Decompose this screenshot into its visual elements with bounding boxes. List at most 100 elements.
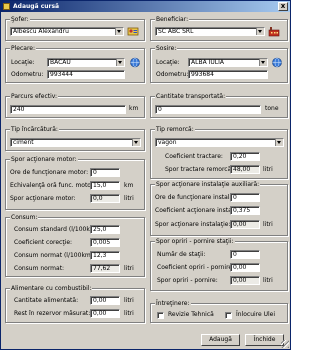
revizie-label[interactable]: Revizie Tehnică bbox=[168, 311, 214, 319]
tip-remorca-select[interactable]: vagon bbox=[155, 138, 284, 147]
beneficiar-label: Beneficiar: bbox=[155, 16, 190, 23]
cantitate-group: Cantitate transportată: 0 tone bbox=[150, 93, 288, 118]
parcurs-unit: km bbox=[129, 105, 139, 112]
sosire-locatie-value: ALBA IULIA bbox=[191, 59, 224, 66]
coef-tractare-label: Coeficient tractare: bbox=[165, 153, 223, 160]
ulei-label[interactable]: Înlocuire Ulei bbox=[236, 311, 275, 319]
spor-instalatie-label: Spor acţionare instalaţie auxiliară: bbox=[155, 181, 261, 188]
sosire-locatie-select[interactable]: ALBA IULIA bbox=[188, 58, 268, 67]
consum-group: Consum: Consum standard (l/100km): 25,0 … bbox=[5, 214, 145, 277]
sosire-odometru-input[interactable]: 993684 bbox=[188, 70, 268, 79]
adauga-button[interactable]: Adaugă bbox=[201, 334, 240, 346]
alimentare-label: Alimentare cu combustibil: bbox=[10, 285, 93, 292]
dialog-window: Adaugă cursă x Şofer: Albescu Alexandru … bbox=[0, 0, 291, 350]
cant-alimentata-unit: litri bbox=[124, 297, 134, 304]
consum-normat100-label: Consum normat (l/100km): bbox=[14, 252, 96, 259]
plecare-odometru-label: Odometru: bbox=[11, 71, 44, 78]
chevron-down-icon[interactable] bbox=[132, 139, 140, 146]
inchide-button[interactable]: Închide bbox=[245, 334, 284, 346]
cantitate-label: Cantitate transportată: bbox=[155, 93, 227, 100]
spor-motor-unit: litri bbox=[124, 195, 134, 202]
echivalenta-unit: km bbox=[124, 182, 134, 189]
spor-tractare-value: 48,00 bbox=[230, 165, 260, 174]
alimentare-group: Alimentare cu combustibil: Cantitate ali… bbox=[5, 285, 145, 323]
globe-icon[interactable] bbox=[271, 57, 283, 68]
plecare-locatie-select[interactable]: BACAU bbox=[47, 58, 125, 67]
parcurs-label: Parcurs efectiv: bbox=[10, 93, 59, 100]
tip-incarcatura-select[interactable]: ciment bbox=[10, 138, 141, 147]
tip-remorca-group: Tip remorcă: vagon Coeficient tractare: … bbox=[150, 126, 288, 179]
spor-instalatie-result-label: Spor acţionare instalaţie: bbox=[155, 221, 231, 228]
plecare-odometru-input[interactable]: 993444 bbox=[47, 70, 125, 79]
beneficiar-group: Beneficiar: SC ABC SRL bbox=[150, 16, 288, 41]
coef-opriri-label: Coeficient opriri - pornire: bbox=[157, 264, 235, 271]
spor-instalatie-unit: litri bbox=[263, 221, 273, 228]
close-button[interactable]: x bbox=[278, 2, 288, 11]
spor-instalatie-value: 0,00 bbox=[230, 220, 260, 229]
consum-normat100-input[interactable]: 12,3 bbox=[90, 251, 120, 260]
coef-corectie-input[interactable]: 0,005 bbox=[90, 238, 120, 247]
spor-instalatie-group: Spor acţionare instalaţie auxiliară: Ore… bbox=[150, 181, 288, 236]
coef-opriri-input[interactable]: 0,00 bbox=[230, 263, 260, 272]
chevron-down-icon[interactable] bbox=[116, 59, 124, 66]
spor-opriri-result-label: Spor opriri - pornire: bbox=[157, 277, 218, 284]
rest-rezervor-label: Rest în rezervor măsurat: bbox=[14, 310, 91, 317]
cantitate-input[interactable]: 0 bbox=[155, 105, 261, 114]
intretinere-label: Întreţinere: bbox=[155, 300, 191, 307]
intretinere-group: Întreţinere: Revizie Tehnică Înlocuire U… bbox=[150, 300, 288, 323]
sofer-group: Şofer: Albescu Alexandru bbox=[5, 16, 145, 41]
rest-rezervor-input[interactable]: 0,00 bbox=[90, 309, 120, 318]
spor-opriri-value: 0,00 bbox=[230, 276, 260, 285]
plecare-locatie-label: Locaţie: bbox=[11, 59, 35, 66]
consum-normat-value: 77,62 bbox=[90, 264, 120, 273]
consum-standard-input[interactable]: 25,0 bbox=[90, 225, 120, 234]
revizie-checkbox[interactable] bbox=[157, 312, 164, 319]
plecare-group: Plecare: Locaţie: BACAU Odometru: 993444 bbox=[5, 45, 145, 83]
chevron-down-icon[interactable] bbox=[259, 59, 267, 66]
spor-motor-label: Spor acţionare motor: bbox=[10, 156, 78, 163]
beneficiar-value: SC ABC SRL bbox=[158, 28, 194, 35]
ore-motor-label: Ore de funcţionare motor: bbox=[10, 169, 89, 176]
rest-rezervor-unit: litri bbox=[124, 310, 134, 317]
nr-statii-input[interactable]: 0 bbox=[230, 250, 260, 259]
sofer-value: Albescu Alexandru bbox=[13, 28, 69, 35]
factory-icon[interactable] bbox=[268, 26, 280, 37]
chevron-down-icon[interactable] bbox=[275, 139, 283, 146]
echivalenta-input[interactable]: 15,0 bbox=[90, 181, 120, 190]
spor-opriri-group: Spor opriri - pornire staţii: Număr de s… bbox=[150, 238, 288, 291]
spor-tractare-label: Spor tractare remorcă: bbox=[165, 166, 234, 173]
parcurs-group: Parcurs efectiv: 240 km bbox=[5, 93, 145, 118]
ulei-checkbox[interactable] bbox=[225, 312, 232, 319]
ore-motor-input[interactable]: 0 bbox=[90, 168, 120, 177]
cant-alimentata-input[interactable]: 0,00 bbox=[90, 296, 120, 305]
app-icon bbox=[3, 3, 10, 10]
sosire-group: Sosire: Locaţie: ALBA IULIA Odometru: 99… bbox=[150, 45, 288, 83]
coef-corectie-label: Coeficient corecţie: bbox=[14, 239, 73, 246]
resize-grip-icon[interactable] bbox=[281, 340, 289, 348]
spor-tractare-unit: litri bbox=[263, 166, 273, 173]
consum-label: Consum: bbox=[10, 214, 39, 221]
nr-statii-label: Număr de staţii: bbox=[157, 251, 206, 258]
spor-motor-group: Spor acţionare motor: Ore de funcţionare… bbox=[5, 156, 145, 210]
sosire-label: Sosire: bbox=[155, 45, 178, 52]
consum-standard-label: Consum standard (l/100km): bbox=[14, 226, 101, 233]
echivalenta-label: Echivalenţă oră func. motor: bbox=[10, 182, 96, 189]
coef-instalatie-input[interactable]: 0,375 bbox=[230, 206, 260, 215]
driver-card-icon[interactable] bbox=[127, 26, 139, 37]
spor-opriri-unit: litri bbox=[263, 277, 273, 284]
sosire-locatie-label: Locaţie: bbox=[156, 59, 180, 66]
title-bar[interactable]: Adaugă cursă x bbox=[1, 1, 290, 12]
tip-remorca-value: vagon bbox=[158, 139, 177, 146]
chevron-down-icon[interactable] bbox=[256, 28, 264, 35]
chevron-down-icon[interactable] bbox=[115, 28, 123, 35]
globe-icon[interactable] bbox=[129, 57, 141, 68]
sosire-odometru-label: Odometru: bbox=[156, 71, 189, 78]
consum-normat-label: Consum normat: bbox=[14, 265, 65, 272]
ore-instalatie-input[interactable]: 0 bbox=[230, 193, 260, 202]
coef-tractare-input[interactable]: 0,20 bbox=[230, 152, 260, 161]
parcurs-input[interactable]: 240 bbox=[10, 105, 126, 114]
sofer-select[interactable]: Albescu Alexandru bbox=[10, 27, 124, 36]
spor-motor-result-label: Spor acţionare motor: bbox=[10, 195, 76, 202]
cantitate-unit: tone bbox=[265, 105, 279, 112]
beneficiar-select[interactable]: SC ABC SRL bbox=[155, 27, 265, 36]
